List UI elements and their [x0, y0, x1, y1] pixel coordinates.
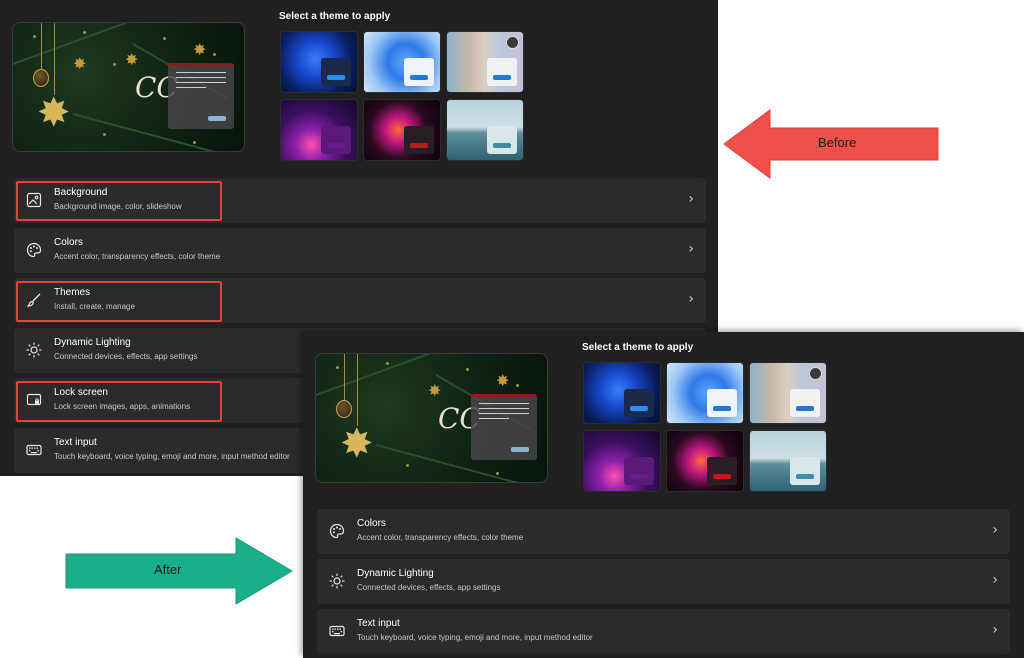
sun-icon	[329, 573, 345, 589]
keyboard-icon	[26, 444, 42, 456]
before-label: Before	[818, 135, 857, 150]
preview-window	[471, 394, 537, 460]
row-title: Dynamic Lighting	[357, 568, 434, 579]
theme-thumb-1[interactable]	[583, 362, 661, 424]
theme-thumb-5[interactable]	[666, 430, 744, 492]
row-title: Colors	[357, 518, 386, 529]
theme-thumb-6[interactable]	[446, 99, 524, 161]
theme-thumb-2[interactable]	[363, 31, 441, 93]
snowflake-ornament: ✸	[37, 91, 71, 135]
theme-thumb-1[interactable]	[280, 31, 358, 93]
row-subtitle: Connected devices, effects, app settings	[54, 352, 198, 361]
section-title: Select a theme to apply	[582, 342, 694, 353]
settings-row-colors[interactable]: Colors Accent color, transparency effect…	[14, 228, 706, 273]
chevron-right-icon: ›	[992, 522, 998, 538]
theme-thumb-4[interactable]	[280, 99, 358, 161]
chevron-right-icon: ›	[688, 241, 694, 257]
camera-icon	[809, 367, 822, 380]
theme-thumb-3[interactable]	[446, 31, 524, 93]
keyboard-icon	[329, 625, 345, 637]
row-subtitle: Connected devices, effects, app settings	[357, 583, 501, 592]
chevron-right-icon: ›	[688, 291, 694, 307]
theme-thumb-3[interactable]	[749, 362, 827, 424]
row-title: Colors	[54, 237, 83, 248]
row-title: Text input	[357, 618, 400, 629]
highlight-lock-screen	[16, 381, 222, 422]
palette-icon	[26, 242, 42, 258]
highlight-themes	[16, 281, 222, 322]
row-subtitle: Touch keyboard, voice typing, emoji and …	[54, 452, 290, 461]
theme-preview: ✸ ✸ ✸ CC	[315, 353, 548, 483]
camera-icon	[506, 36, 519, 49]
row-subtitle: Touch keyboard, voice typing, emoji and …	[357, 633, 593, 642]
theme-thumb-6[interactable]	[749, 430, 827, 492]
settings-window-after: ✸ ✸ ✸ CC Select a theme to apply Colors …	[303, 332, 1024, 658]
snowflake-ornament: ✸	[340, 422, 374, 466]
theme-preview: ✸ ✸ ✸ ✸ CC	[12, 22, 245, 152]
theme-thumb-2[interactable]	[666, 362, 744, 424]
after-label: After	[154, 562, 182, 577]
sun-icon	[26, 342, 42, 358]
theme-thumb-4[interactable]	[583, 430, 661, 492]
row-subtitle: Accent color, transparency effects, colo…	[54, 252, 221, 261]
section-title: Select a theme to apply	[279, 11, 391, 22]
row-title: Text input	[54, 437, 97, 448]
settings-row-colors[interactable]: Colors Accent color, transparency effect…	[317, 509, 1010, 554]
theme-thumb-5[interactable]	[363, 99, 441, 161]
highlight-background	[16, 181, 222, 221]
palette-icon	[329, 523, 345, 539]
row-title: Dynamic Lighting	[54, 337, 131, 348]
row-subtitle: Accent color, transparency effects, colo…	[357, 533, 524, 542]
chevron-right-icon: ›	[992, 622, 998, 638]
chevron-right-icon: ›	[992, 572, 998, 588]
chevron-right-icon: ›	[688, 191, 694, 207]
settings-row-dynamic-lighting[interactable]: Dynamic Lighting Connected devices, effe…	[317, 559, 1010, 604]
settings-row-text-input[interactable]: Text input Touch keyboard, voice typing,…	[317, 609, 1010, 654]
preview-window	[168, 63, 234, 129]
